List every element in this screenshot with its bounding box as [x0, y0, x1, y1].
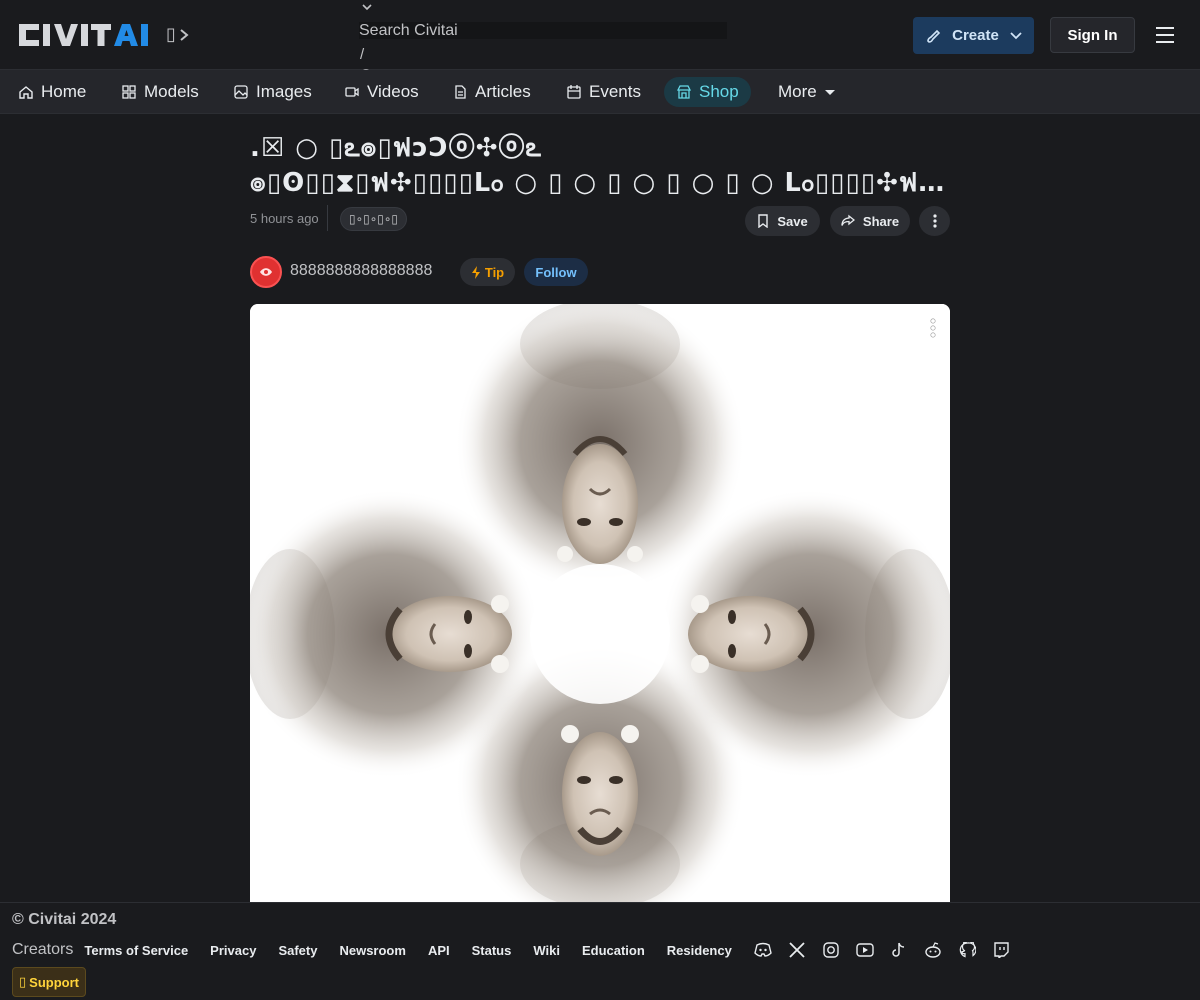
lightning-icon [471, 265, 480, 279]
image-icon [234, 85, 248, 99]
tip-label: Tip [484, 264, 505, 280]
post-tag[interactable]: ▯∘▯∘▯∘▯ [340, 207, 407, 231]
nav-label: Home [41, 82, 87, 101]
footer-link-education[interactable]: Education [582, 943, 645, 958]
footer: © Civitai 2024 Creators Terms of Service… [0, 902, 1200, 1000]
bookmark-icon [758, 214, 769, 228]
footer-link-safety[interactable]: Safety [278, 943, 317, 958]
footer-link-newsroom[interactable]: Newsroom [339, 943, 405, 958]
nav-item-images[interactable]: Images [233, 77, 312, 107]
tiktok-icon[interactable] [890, 942, 908, 958]
calendar-icon [567, 85, 581, 99]
nav-item-models[interactable]: Models [121, 77, 199, 107]
support-button[interactable]: ▯ Support [12, 967, 86, 997]
nav-item-videos[interactable]: Videos [344, 77, 419, 107]
nav-item-shop[interactable]: Shop [664, 77, 751, 107]
dots-vertical-icon [932, 214, 937, 228]
instagram-icon[interactable] [822, 942, 840, 958]
author-username[interactable]: 8888888888888888 [290, 262, 432, 280]
nav-label: Events [589, 82, 641, 101]
nav-label: Articles [475, 82, 531, 101]
figure-right [660, 489, 950, 779]
x-icon[interactable] [788, 942, 806, 958]
copyright: © Civitai 2024 [12, 911, 117, 928]
footer-links: Creators Terms of Service Privacy Safety… [12, 939, 1010, 961]
nav-label: Shop [699, 82, 739, 101]
chevron-down-icon [1010, 31, 1022, 39]
post-timestamp: 5 hours ago [250, 211, 319, 226]
share-label: Share [862, 213, 900, 229]
footer-link-privacy[interactable]: Privacy [210, 943, 256, 958]
nav-item-more[interactable]: More [778, 77, 836, 107]
youtube-icon[interactable] [856, 942, 874, 958]
nav-item-events[interactable]: Events [566, 77, 641, 107]
more-options-button[interactable] [919, 206, 950, 236]
image-menu-icon[interactable] [930, 318, 936, 338]
brush-icon [927, 29, 941, 43]
video-icon [345, 87, 359, 97]
nav-label: Models [144, 82, 199, 101]
search-shortcut-hint: / [360, 46, 365, 63]
kaleidoscope-image [250, 304, 950, 904]
sign-in-button[interactable]: Sign In [1050, 17, 1135, 53]
search-input[interactable] [359, 22, 727, 39]
nav-label: More [778, 82, 817, 101]
footer-link-residency[interactable]: Residency [667, 943, 732, 958]
shop-icon [676, 85, 692, 99]
eye-icon [260, 268, 272, 276]
save-label: Save [777, 213, 808, 229]
chevron-down-icon[interactable] [361, 2, 373, 12]
figure-left [250, 489, 540, 779]
social-links [754, 942, 1010, 958]
reddit-icon[interactable] [924, 942, 942, 958]
share-button[interactable]: Share [830, 206, 910, 236]
caret-down-icon [824, 90, 835, 95]
logo-wordmark [19, 24, 148, 46]
discord-icon[interactable] [754, 942, 772, 958]
main-nav: Home Models Images Videos Articles Event… [0, 70, 1200, 114]
github-icon[interactable] [958, 942, 976, 958]
post-title-line-2: ๏▯ʘ▯▯⧗▯ฟ✣▯▯▯▯ᒪჿ ○ ▯ ○ ▯ ○ ▯ ○ ▯ ○ ᒪჿ▯▯▯▯… [250, 168, 950, 198]
chevron-right-icon [180, 28, 189, 41]
nav-label: Images [256, 82, 312, 101]
tip-button[interactable]: Tip [460, 258, 515, 286]
footer-link-status[interactable]: Status [472, 943, 512, 958]
meta-divider [327, 205, 328, 231]
nav-label: Videos [367, 82, 419, 101]
logo-glyph: ▯ [166, 24, 176, 44]
footer-link-api[interactable]: API [428, 943, 450, 958]
civitai-logo[interactable] [17, 20, 157, 50]
follow-button[interactable]: Follow [524, 258, 588, 286]
footer-link-wiki[interactable]: Wiki [533, 943, 560, 958]
article-icon [455, 85, 466, 99]
post-title: .☒ ○ ▯ఽ๏▯ฟɔƆⓞ✣ⓞఽ ๏▯ʘ▯▯⧗▯ฟ✣▯▯▯▯ᒪჿ ○ ▯ ○ ▯… [250, 131, 950, 201]
share-icon [841, 214, 855, 226]
save-button[interactable]: Save [745, 206, 820, 236]
create-button[interactable]: Create [913, 17, 1034, 54]
footer-link-terms[interactable]: Terms of Service [84, 943, 188, 958]
footer-link-creators[interactable]: Creators [12, 941, 73, 959]
avatar[interactable] [250, 256, 282, 288]
home-icon [19, 86, 33, 99]
nav-item-home[interactable]: Home [18, 77, 86, 107]
support-label: Support [29, 974, 79, 990]
post-image[interactable] [250, 304, 950, 904]
grid-icon [122, 85, 136, 99]
post-title-line-1: .☒ ○ ▯ఽ๏▯ฟɔƆⓞ✣ⓞఽ [250, 133, 542, 163]
twitch-icon[interactable] [992, 942, 1010, 958]
nav-item-articles[interactable]: Articles [452, 77, 531, 107]
hamburger-menu-icon[interactable] [1155, 26, 1175, 44]
logo-extra[interactable]: ▯ [166, 24, 190, 45]
top-header: ▯ / Create Sign In [0, 0, 1200, 84]
support-glyph: ▯ [19, 974, 27, 989]
create-label: Create [952, 27, 999, 44]
